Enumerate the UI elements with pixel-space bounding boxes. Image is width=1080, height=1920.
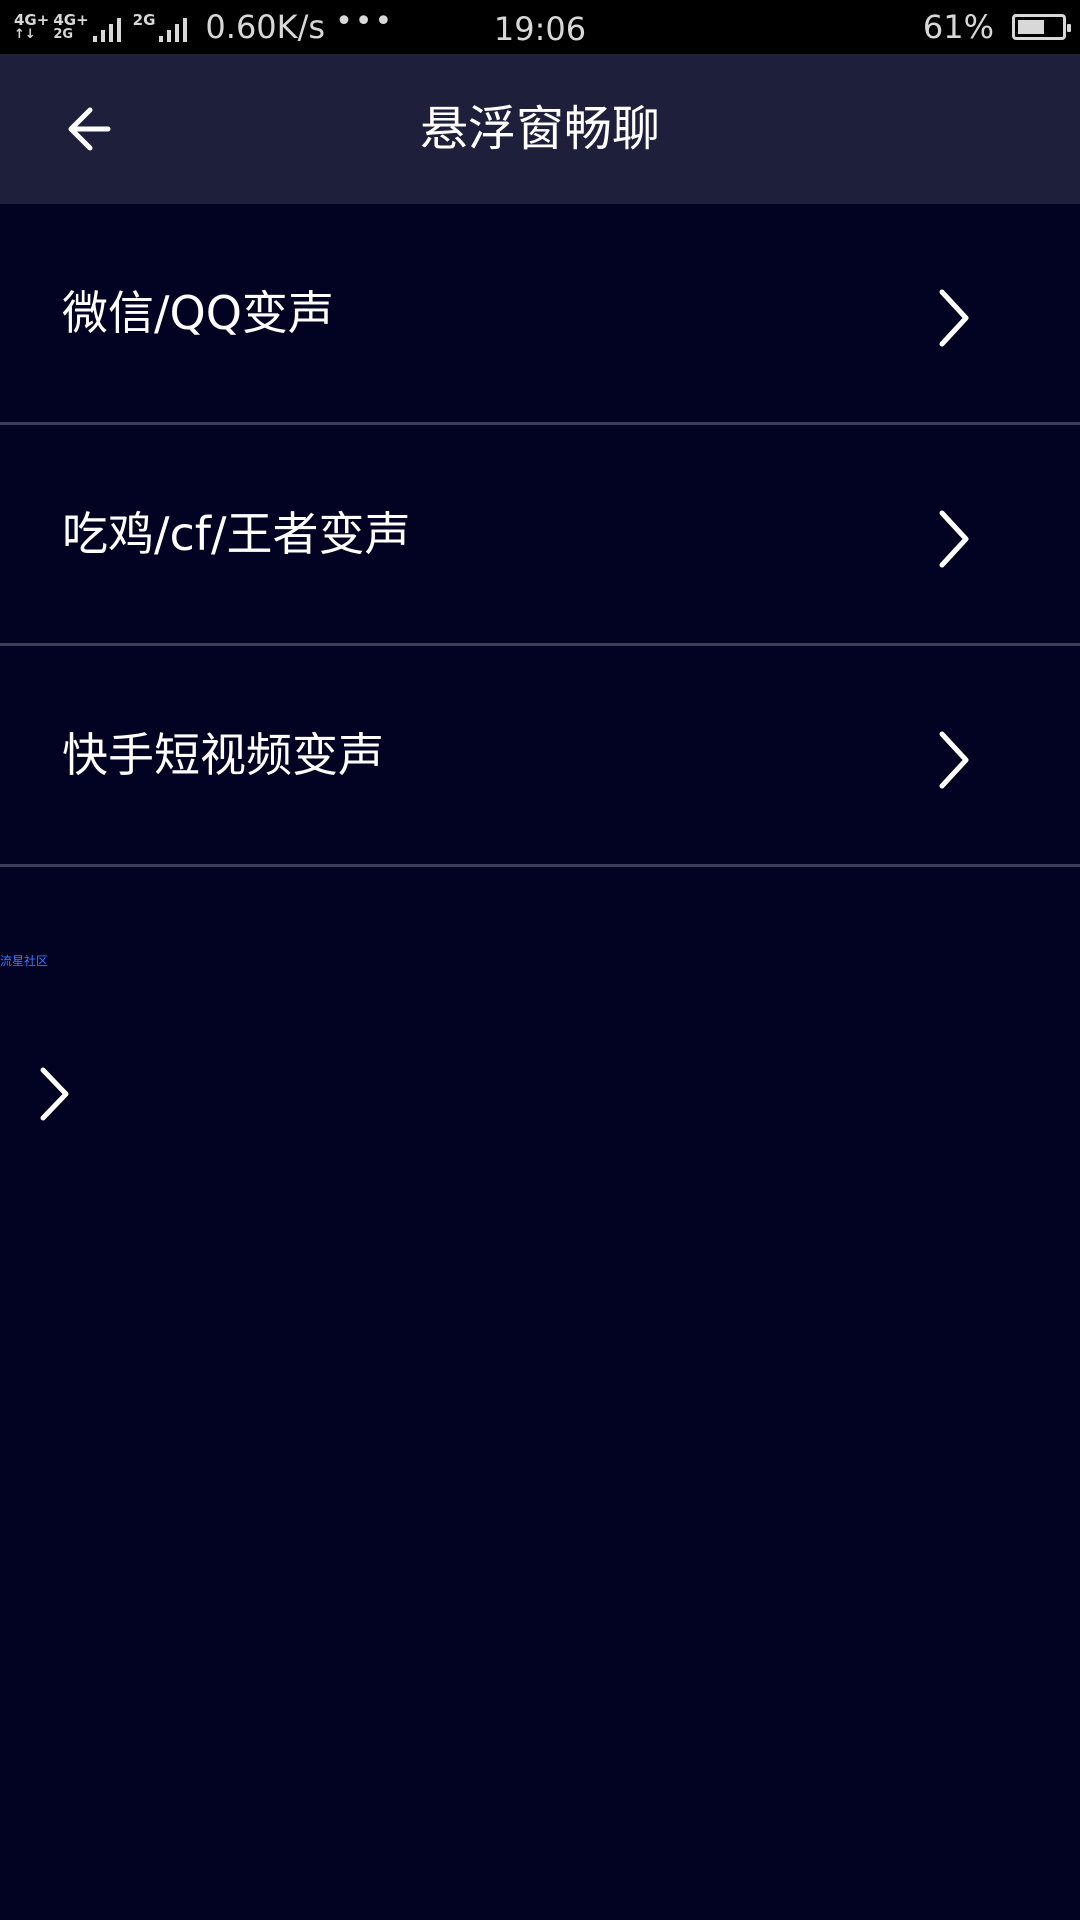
menu-item-label: 快手短视频变声 — [62, 728, 384, 782]
app-bar: 悬浮窗畅聊 — [0, 54, 1080, 204]
floating-window-toggle[interactable] — [38, 1066, 72, 1122]
page-title: 悬浮窗畅聊 — [419, 101, 660, 157]
clock: 19:06 — [493, 10, 587, 48]
menu-item-label: 吃鸡/cf/王者变声 — [62, 507, 411, 561]
back-button[interactable] — [60, 100, 130, 160]
battery-icon — [1012, 14, 1071, 40]
menu-item-games[interactable]: 吃鸡/cf/王者变声 — [0, 425, 1080, 646]
floating-watermark-label: 流星社区 — [0, 954, 49, 968]
battery-tip — [1067, 24, 1071, 32]
menu-item-label: 微信/QQ变声 — [62, 286, 334, 340]
status-bar: 4G+ ↑↓ 4G+ 2G 2G . 0.60K/s ••• 19:06 61% — [0, 0, 1080, 54]
battery-percent: 61% — [922, 8, 994, 46]
menu-item-kuaishou[interactable]: 快手短视频变声 — [0, 646, 1080, 867]
chevron-right-icon — [40, 1067, 69, 1121]
chevron-right-icon — [939, 510, 969, 568]
chevron-right-icon — [939, 731, 969, 789]
arrow-left-icon — [68, 107, 111, 151]
menu-item-wechat-qq[interactable]: 微信/QQ变声 — [0, 204, 1080, 425]
voice-change-menu: 微信/QQ变声 吃鸡/cf/王者变声 快手短视频变声 — [0, 204, 1080, 867]
status-right: 61% — [922, 0, 1071, 54]
battery-level — [1018, 20, 1044, 34]
chevron-right-icon — [939, 289, 969, 347]
